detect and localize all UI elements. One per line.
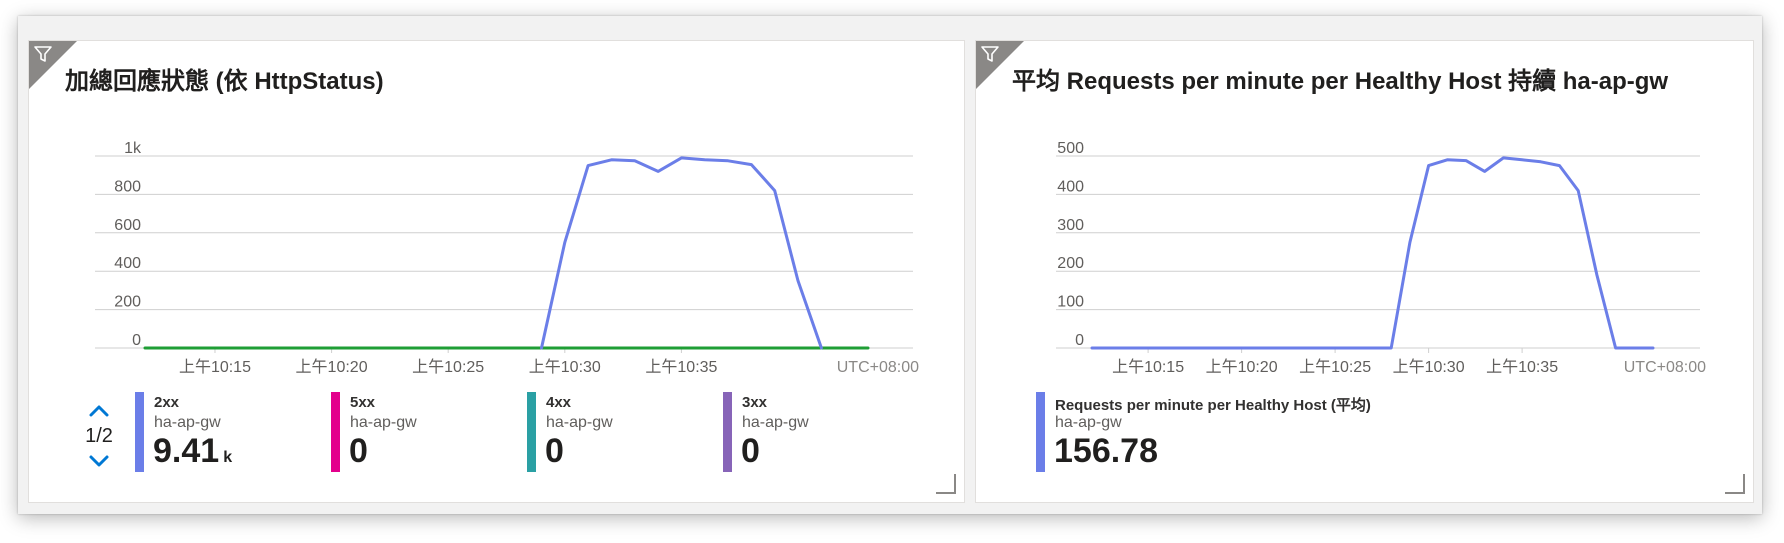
- x-tick-label: 上午10:15: [179, 358, 251, 376]
- resize-grip-icon[interactable]: [935, 473, 957, 495]
- series-line: [1090, 156, 1655, 350]
- timezone-label: UTC+08:00: [1624, 359, 1706, 376]
- legend-resource: ha-ap-gw: [742, 414, 809, 431]
- legend-swatch: [135, 392, 144, 472]
- y-tick-label: 200: [1057, 255, 1084, 272]
- legend-name: 4xx: [546, 394, 572, 411]
- x-tick-label: 上午10:35: [1486, 358, 1558, 376]
- x-tick-label: 上午10:35: [645, 358, 717, 376]
- y-tick-label: 1k: [124, 140, 142, 157]
- legend-name: Requests per minute per Healthy Host (平均…: [1055, 397, 1371, 414]
- legend-resource: ha-ap-gw: [154, 414, 221, 431]
- series-line: [540, 156, 823, 350]
- tile-requests-per-host[interactable]: 平均 Requests per minute per Healthy Host …: [975, 40, 1754, 503]
- x-tick-label: 上午10:20: [296, 358, 368, 376]
- y-tick-label: 400: [114, 255, 141, 272]
- legend-name: 5xx: [350, 394, 376, 411]
- legend-swatch: [1036, 392, 1045, 472]
- y-tick-label: 0: [1075, 332, 1084, 349]
- x-tick-label: 上午10:30: [529, 358, 601, 376]
- legend-value: 0: [545, 432, 564, 470]
- y-tick-label: 800: [114, 178, 141, 195]
- y-tick-label: 200: [114, 294, 141, 311]
- timezone-label: UTC+08:00: [837, 359, 919, 376]
- legend-value: 0: [349, 432, 368, 470]
- y-tick-label: 600: [114, 217, 141, 234]
- chart-right: 0 100 200 300 400 500 上午10:15 上午10:20 上午10:25 上午1…: [1056, 140, 1706, 376]
- legend-resource: ha-ap-gw: [1055, 414, 1122, 431]
- y-tick-label: 100: [1057, 294, 1084, 311]
- tile-http-status[interactable]: 加總回應狀態 (依 HttpStatus) 0 200 400 600 800 1k 上午1…: [28, 40, 965, 503]
- legend-name: 2xx: [154, 394, 180, 411]
- x-tick-label: 上午10:15: [1112, 358, 1184, 376]
- legend-swatch: [527, 392, 536, 472]
- legend-swatch: [723, 392, 732, 472]
- chart-left: 0 200 400 600 800 1k 上午10:15 上午10:20 上午10:25 上午10…: [95, 140, 919, 376]
- y-tick-label: 300: [1057, 217, 1084, 234]
- x-tick-label: 上午10:25: [1299, 358, 1371, 376]
- x-tick-label: 上午10:25: [412, 358, 484, 376]
- x-tick-label: 上午10:30: [1393, 358, 1465, 376]
- y-tick-label: 0: [132, 332, 141, 349]
- y-tick-label: 400: [1057, 178, 1084, 195]
- legend-value: 9.41 k: [153, 432, 232, 471]
- chevron-up-icon[interactable]: [79, 399, 119, 423]
- legend-name: 3xx: [742, 394, 768, 411]
- legend-pager: 1/2: [79, 399, 119, 473]
- pager-text: 1/2: [85, 425, 113, 447]
- legend-value: 0: [741, 432, 760, 470]
- y-tick-label: 500: [1057, 140, 1084, 157]
- resize-grip-icon[interactable]: [1724, 473, 1746, 495]
- legend-swatch: [331, 392, 340, 472]
- legend-value-number: 9.41: [153, 432, 220, 470]
- legend-value: 156.78: [1054, 432, 1158, 470]
- legend-resource: ha-ap-gw: [350, 414, 417, 431]
- chevron-down-icon[interactable]: [79, 449, 119, 473]
- legend-resource: ha-ap-gw: [546, 414, 613, 431]
- x-tick-label: 上午10:20: [1206, 358, 1278, 376]
- legend-value-unit: k: [223, 449, 233, 466]
